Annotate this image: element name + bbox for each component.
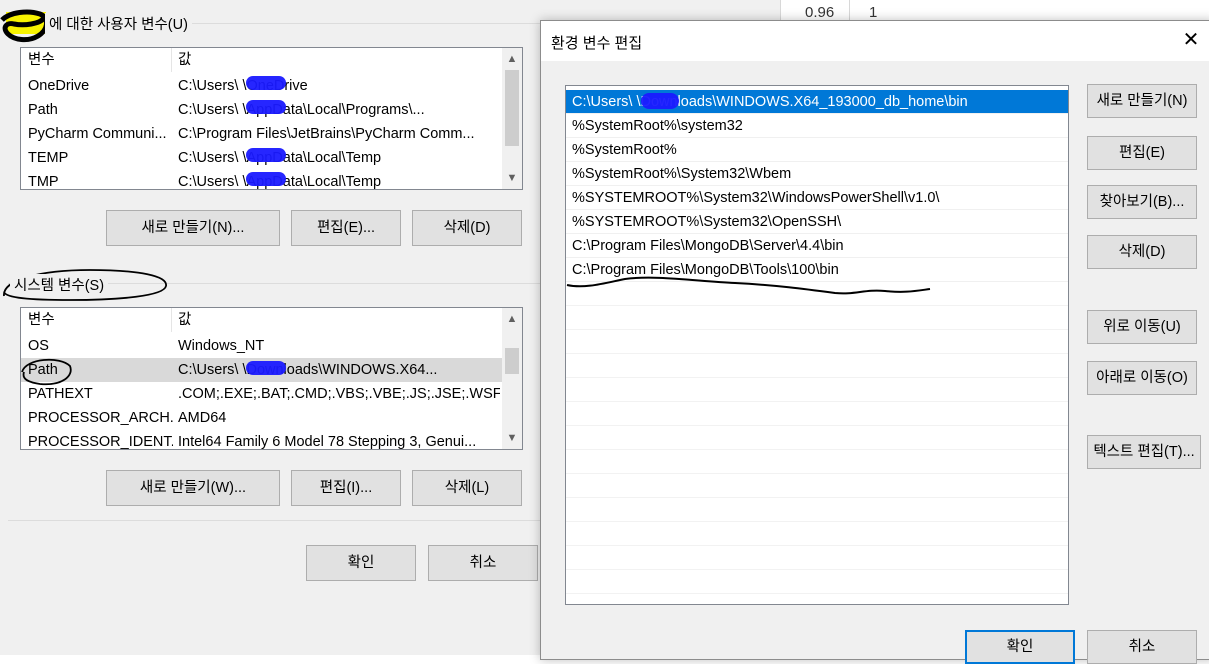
empty-row[interactable]	[566, 498, 1068, 522]
chevron-down-icon[interactable]: ▼	[502, 169, 522, 187]
redaction-mark	[641, 93, 679, 109]
system-new-button[interactable]: 새로 만들기(W)...	[106, 470, 280, 506]
table-row[interactable]: OS Windows_NT	[21, 334, 502, 358]
empty-row[interactable]	[566, 378, 1068, 402]
user-vars-group-label: 에 대한 사용자 변수(U)	[45, 13, 192, 34]
scroll-thumb[interactable]	[505, 70, 519, 146]
empty-row[interactable]	[566, 522, 1068, 546]
path-entries-list[interactable]: C:\Users\ \Downloads\WINDOWS.X64_193000_…	[565, 85, 1069, 605]
edit-environment-variable-dialog: 환경 변수 편집 ✕ C:\Users\ \Downloads\WINDOWS.…	[540, 20, 1209, 664]
list-item[interactable]: %SystemRoot%\System32\Wbem	[566, 162, 1068, 186]
empty-row[interactable]	[566, 570, 1068, 594]
column-header-value[interactable]: 값	[178, 308, 500, 332]
row-name: OneDrive	[28, 78, 90, 94]
empty-row[interactable]	[566, 450, 1068, 474]
row-name: PATHEXT	[28, 386, 93, 402]
bg-cancel-button[interactable]: 취소	[428, 545, 538, 581]
row-name: PROCESSOR_ARCH...	[28, 410, 173, 426]
dialog-titlebar[interactable]: 환경 변수 편집 ✕	[541, 21, 1209, 61]
list-item[interactable]: C:\Program Files\MongoDB\Tools\100\bin	[566, 258, 1068, 282]
system-vars-group-label: 시스템 변수(S)	[10, 274, 109, 295]
chevron-down-icon[interactable]: ▼	[502, 429, 522, 447]
dialog-title: 환경 변수 편집	[551, 35, 643, 52]
row-value: C:\Users\ \AppData\Local\Temp	[178, 174, 382, 190]
table-row[interactable]: PATHEXT .COM;.EXE;.BAT;.CMD;.VBS;.VBE;.J…	[21, 382, 502, 406]
list-item[interactable]: %SystemRoot%\system32	[566, 114, 1068, 138]
table-row[interactable]: PyCharm Communi... C:\Program Files\JetB…	[21, 122, 502, 146]
table-row[interactable]: PROCESSOR_ARCH... AMD64	[21, 406, 502, 430]
row-name: Path	[28, 102, 58, 118]
redaction-mark	[246, 100, 286, 114]
list-item[interactable]: %SystemRoot%	[566, 138, 1068, 162]
move-down-button[interactable]: 아래로 이동(O)	[1087, 361, 1197, 395]
redaction-mark	[246, 172, 286, 186]
list-item[interactable]: %SYSTEMROOT%\System32\WindowsPowerShell\…	[566, 186, 1068, 210]
row-value: Intel64 Family 6 Model 78 Stepping 3, Ge…	[178, 434, 477, 450]
redaction-mark	[246, 148, 286, 162]
empty-row[interactable]	[566, 546, 1068, 570]
system-vars-scrollbar[interactable]: ▲ ▼	[502, 308, 522, 449]
empty-row[interactable]	[566, 426, 1068, 450]
chevron-up-icon[interactable]: ▲	[502, 50, 522, 68]
row-value: C:\Users\ \OneDrive	[178, 78, 308, 94]
user-delete-button[interactable]: 삭제(D)	[412, 210, 522, 246]
row-value: C:\Program Files\JetBrains\PyCharm Comm.…	[178, 126, 475, 142]
footer-divider	[8, 520, 540, 521]
row-name: TEMP	[28, 150, 69, 166]
column-header-name[interactable]: 변수	[28, 308, 173, 332]
empty-row[interactable]	[566, 474, 1068, 498]
close-icon[interactable]: ✕	[1180, 29, 1202, 51]
ok-button[interactable]: 확인	[965, 630, 1075, 664]
new-button[interactable]: 새로 만들기(N)	[1087, 84, 1197, 118]
row-name: PROCESSOR_IDENT...	[28, 434, 173, 450]
empty-row[interactable]	[566, 354, 1068, 378]
row-value: .COM;.EXE;.BAT;.CMD;.VBS;.VBE;.JS;.JSE;.…	[178, 386, 500, 402]
column-header-value[interactable]: 값	[178, 48, 500, 72]
row-name: OS	[28, 338, 49, 354]
user-vars-scrollbar[interactable]: ▲ ▼	[502, 48, 522, 189]
chevron-up-icon[interactable]: ▲	[502, 310, 522, 328]
browse-button[interactable]: 찾아보기(B)...	[1087, 185, 1197, 219]
empty-row[interactable]	[566, 306, 1068, 330]
row-value: C:\Users\ \AppData\Local\Programs\...	[178, 102, 425, 118]
delete-button[interactable]: 삭제(D)	[1087, 235, 1197, 269]
redaction-mark	[246, 76, 286, 90]
redaction-mark	[246, 361, 286, 375]
empty-row[interactable]	[566, 330, 1068, 354]
system-edit-button[interactable]: 편집(I)...	[291, 470, 401, 506]
system-vars-list[interactable]: 변수 값 OS Windows_NT Path C:\Users\ \Downl…	[20, 307, 523, 450]
empty-row[interactable]	[566, 282, 1068, 306]
list-item[interactable]: C:\Program Files\MongoDB\Server\4.4\bin	[566, 234, 1068, 258]
row-name: TMP	[28, 174, 59, 190]
system-delete-button[interactable]: 삭제(L)	[412, 470, 522, 506]
user-edit-button[interactable]: 편집(E)...	[291, 210, 401, 246]
edit-button[interactable]: 편집(E)	[1087, 136, 1197, 170]
list-item[interactable]: %SYSTEMROOT%\System32\OpenSSH\	[566, 210, 1068, 234]
edit-text-button[interactable]: 텍스트 편집(T)...	[1087, 435, 1201, 469]
row-name: PyCharm Communi...	[28, 126, 167, 142]
user-new-button[interactable]: 새로 만들기(N)...	[106, 210, 280, 246]
column-header-name[interactable]: 변수	[28, 48, 173, 72]
move-up-button[interactable]: 위로 이동(U)	[1087, 310, 1197, 344]
bg-ok-button[interactable]: 확인	[306, 545, 416, 581]
row-name: Path	[28, 362, 58, 378]
row-value: C:\Users\ \AppData\Local\Temp	[178, 150, 382, 166]
table-cell: 0.96	[805, 4, 835, 21]
table-cell: 1	[869, 4, 878, 21]
user-vars-list[interactable]: 변수 값 OneDrive C:\Users\ \OneDrive Path C…	[20, 47, 523, 190]
row-value: C:\Users\ \Downloads\WINDOWS.X64...	[178, 362, 438, 378]
empty-row[interactable]	[566, 402, 1068, 426]
scroll-thumb[interactable]	[505, 348, 519, 374]
table-row[interactable]: PROCESSOR_IDENT... Intel64 Family 6 Mode…	[21, 430, 502, 450]
row-value: AMD64	[178, 410, 227, 426]
row-value: Windows_NT	[178, 338, 265, 354]
cancel-button[interactable]: 취소	[1087, 630, 1197, 664]
